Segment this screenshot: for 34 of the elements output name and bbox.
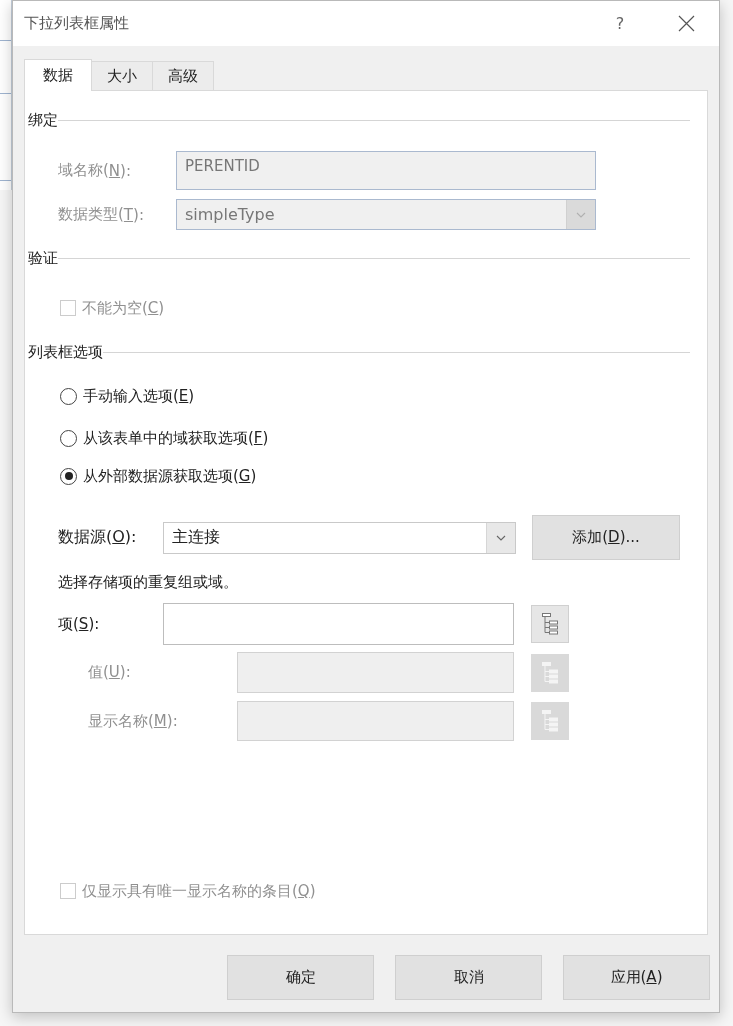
chevron-down-icon	[566, 200, 595, 229]
help-button[interactable]: ?	[597, 1, 643, 46]
dialog-button[interactable]: 应用(A)	[563, 955, 710, 1000]
radio-label[interactable]: 从该表单中的域获取选项(F)	[83, 428, 269, 448]
field-label: 值(U):	[88, 663, 132, 682]
close-icon	[677, 15, 695, 32]
radio-button[interactable]	[60, 429, 77, 447]
radio-button[interactable]	[60, 387, 77, 405]
radio-label[interactable]: 从外部数据源获取选项(G)	[83, 466, 257, 486]
section-title: 绑定	[28, 110, 58, 130]
section-title: 列表框选项	[28, 342, 103, 362]
dialog-button[interactable]: 取消	[395, 955, 542, 1000]
dialog-title: 下拉列表框属性	[24, 14, 129, 33]
hint-text: 选择存储项的重复组或域。	[57, 572, 239, 592]
text-field[interactable]	[163, 603, 514, 645]
field-label: 显示名称(M):	[88, 711, 179, 731]
radio-label[interactable]: 手动输入选项(E)	[83, 386, 195, 406]
dropdown-field[interactable]: 主连接	[163, 521, 516, 554]
add-button[interactable]: 添加(D)...	[532, 515, 680, 560]
tab[interactable]: 数据	[24, 59, 92, 91]
field-label: 项(S):	[58, 614, 101, 634]
tab[interactable]: 大小	[91, 61, 153, 91]
tree-icon	[542, 613, 558, 635]
section-title: 验证	[28, 248, 58, 268]
chevron-down-icon	[486, 522, 515, 553]
tree-picker-button[interactable]	[531, 605, 569, 643]
tree-icon	[542, 710, 558, 732]
dialog-button[interactable]: 确定	[227, 955, 374, 1000]
radio-button[interactable]	[60, 467, 77, 485]
field-label: 数据类型(T):	[58, 204, 145, 226]
tree-icon	[542, 661, 558, 684]
tab[interactable]: 高级	[152, 61, 214, 91]
field-label: 数据源(O):	[58, 527, 138, 548]
field-label: 域名称(N):	[58, 160, 132, 182]
